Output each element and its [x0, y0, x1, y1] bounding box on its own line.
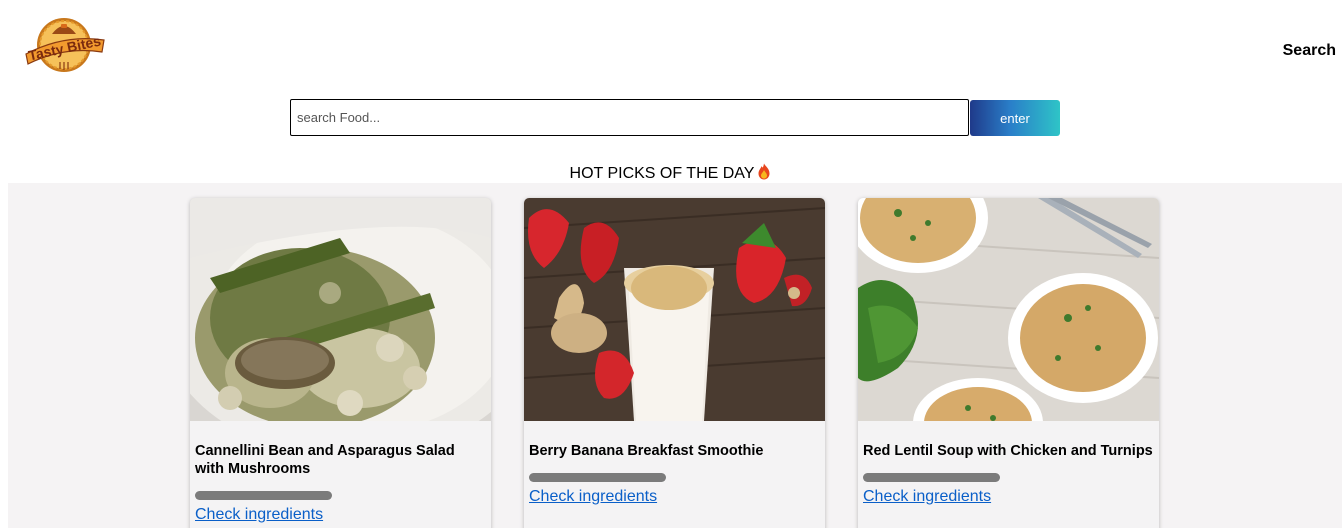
section-title: HOT PICKS OF THE DAY	[0, 163, 1342, 183]
tasty-bites-logo[interactable]: Tasty Bites	[22, 16, 106, 74]
recipe-card[interactable]: Cannellini Bean and Asparagus Salad with…	[190, 198, 491, 528]
rating-bar	[863, 473, 1000, 482]
recipe-card[interactable]: Red Lentil Soup with Chicken and Turnips…	[858, 198, 1159, 528]
lentil-soup-photo[interactable]	[858, 198, 1159, 421]
header: Tasty Bites Search	[0, 0, 1342, 95]
recipe-title: Cannellini Bean and Asparagus Salad with…	[195, 443, 455, 477]
search-input[interactable]	[290, 99, 969, 136]
berry-smoothie-photo[interactable]	[524, 198, 825, 421]
rating-bar	[195, 491, 332, 500]
bean-asparagus-salad-photo[interactable]	[190, 198, 491, 421]
recipe-card[interactable]: Berry Banana Breakfast Smoothie Check in…	[524, 198, 825, 528]
recipe-title: Berry Banana Breakfast Smoothie	[529, 443, 764, 459]
check-ingredients-link[interactable]: Check ingredients	[195, 506, 323, 524]
recipe-title: Red Lentil Soup with Chicken and Turnips	[863, 443, 1153, 459]
nav-search-link[interactable]: Search	[1283, 42, 1336, 60]
fire-icon	[758, 163, 770, 180]
section-title-text: HOT PICKS OF THE DAY	[569, 165, 755, 182]
check-ingredients-link[interactable]: Check ingredients	[529, 488, 657, 506]
rating-bar	[529, 473, 666, 482]
check-ingredients-link[interactable]: Check ingredients	[863, 488, 991, 506]
enter-button[interactable]: enter	[970, 100, 1060, 136]
search-bar: enter	[290, 99, 1060, 136]
